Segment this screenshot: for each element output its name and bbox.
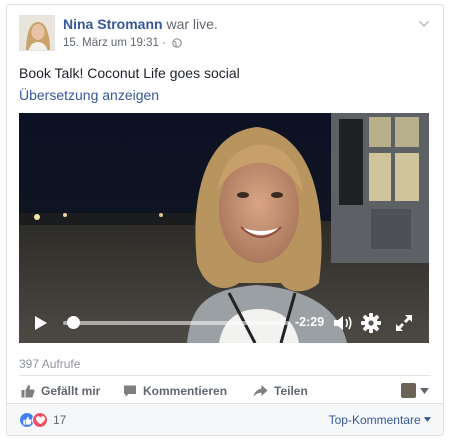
comment-sort-label: Top-Kommentare [328, 413, 421, 427]
comment-sort-dropdown[interactable]: Top-Kommentare [329, 413, 431, 427]
status-text: war live. [166, 16, 218, 32]
post-header: Nina Stromann war live. 15. März um 19:3… [19, 15, 433, 55]
comment-label: Kommentieren [143, 384, 228, 398]
author-name[interactable]: Nina Stromann [63, 16, 163, 32]
profile-thumbnail [401, 383, 416, 398]
volume-icon[interactable] [333, 314, 353, 332]
reaction-summary[interactable]: 17 [19, 412, 66, 428]
avatar[interactable] [19, 15, 55, 51]
fullscreen-icon[interactable] [395, 314, 413, 332]
divider [19, 375, 431, 376]
love-reaction-icon [32, 412, 48, 428]
like-label: Gefällt mir [41, 384, 101, 398]
timestamp[interactable]: 15. März um 19:31 · [63, 37, 166, 49]
reaction-count: 17 [53, 413, 67, 427]
globe-icon [172, 38, 182, 48]
share-button[interactable]: Teilen [253, 384, 308, 398]
post-text: Book Talk! Coconut Life goes social [19, 65, 240, 81]
gear-icon[interactable] [360, 312, 382, 334]
author-line: Nina Stromann war live. [63, 16, 218, 32]
video-player[interactable]: -2:29 [19, 113, 429, 343]
progress-bar[interactable] [63, 321, 289, 325]
like-button[interactable]: Gefällt mir [21, 384, 100, 398]
caret-down-icon [420, 387, 429, 394]
thumbs-up-icon [21, 385, 35, 398]
remaining-time: -2:29 [295, 315, 325, 329]
comment-icon [124, 385, 136, 397]
audience-selector[interactable] [401, 383, 429, 398]
view-count[interactable]: 397 Aufrufe [19, 357, 80, 371]
share-icon [253, 385, 268, 397]
post-card: Nina Stromann war live. 15. März um 19:3… [6, 4, 444, 436]
caret-down-icon [424, 417, 431, 422]
comment-button[interactable]: Kommentieren [123, 384, 227, 398]
share-label: Teilen [274, 384, 308, 398]
post-meta: 15. März um 19:31 · [63, 37, 182, 49]
chevron-down-icon[interactable] [417, 17, 431, 31]
reactions-footer: 17 Top-Kommentare [7, 403, 443, 435]
scrubber-handle[interactable] [67, 316, 81, 329]
play-icon[interactable] [33, 315, 49, 331]
video-controls: -2:29 [19, 303, 429, 343]
translate-link[interactable]: Übersetzung anzeigen [19, 87, 159, 103]
